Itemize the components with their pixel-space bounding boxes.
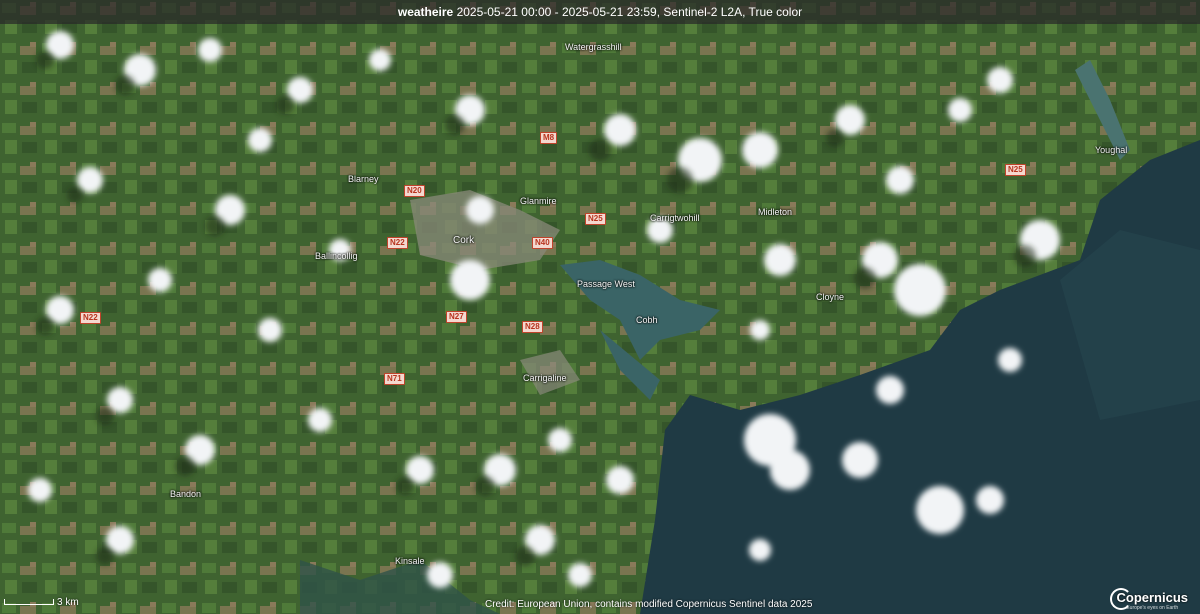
road-shield-n22: N22: [80, 312, 101, 324]
road-shield-n22: N22: [387, 237, 408, 249]
scale-bar: 3 km: [4, 597, 79, 608]
place-blarney: Blarney: [348, 174, 379, 184]
place-passage-west: Passage West: [577, 279, 635, 289]
place-carrigaline: Carrigaline: [523, 373, 567, 383]
road-shield-n25: N25: [585, 213, 606, 225]
road-shield-m8: M8: [540, 132, 558, 144]
scale-line: [4, 599, 54, 606]
road-shield-n28: N28: [522, 321, 543, 333]
road-shield-n40: N40: [532, 237, 553, 249]
satellite-imagery: [0, 0, 1200, 614]
road-shield-n20: N20: [404, 185, 425, 197]
road-shield-n27: N27: [446, 311, 467, 323]
logo-tagline: Europe's eyes on Earth: [1126, 605, 1179, 611]
place-ballincollig: Ballincollig: [315, 251, 358, 261]
place-cobh: Cobh: [636, 315, 658, 325]
place-kinsale: Kinsale: [395, 556, 425, 566]
road-shield-n25: N25: [1005, 164, 1026, 176]
place-youghal: Youghal: [1095, 145, 1128, 155]
app-name: weatheire: [397, 5, 454, 19]
place-carrigtwohill: Carrigtwohill: [650, 213, 700, 223]
place-glanmire: Glanmire: [520, 196, 557, 206]
place-bandon: Bandon: [170, 489, 202, 499]
map-header: weatheire 2025-05-21 00:00 - 2025-05-21 …: [0, 0, 1200, 24]
copernicus-logo[interactable]: Copernicus Europe's eyes on Earth: [1110, 588, 1188, 611]
place-watergrasshill: Watergrasshill: [565, 42, 622, 52]
attribution-credit: Credit: European Union, contains modifie…: [485, 599, 813, 610]
satellite-map[interactable]: weatheire 2025-05-21 00:00 - 2025-05-21 …: [0, 0, 1200, 614]
imagery-info: 2025-05-21 00:00 - 2025-05-21 23:59, Sen…: [456, 5, 803, 19]
place-midleton: Midleton: [758, 207, 793, 217]
place-cork: Cork: [453, 235, 475, 246]
road-shield-n71: N71: [384, 373, 405, 385]
place-cloyne: Cloyne: [816, 292, 845, 302]
scale-label: 3 km: [57, 597, 79, 608]
